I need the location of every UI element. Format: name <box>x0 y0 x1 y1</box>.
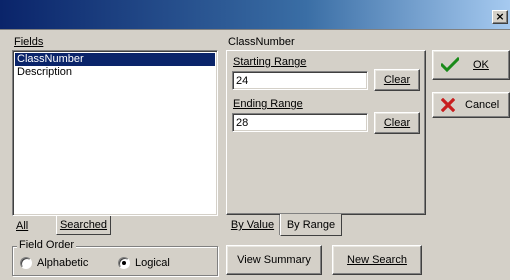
starting-range-label-text: Starting Range <box>233 56 307 68</box>
cancel-label: Cancel <box>465 99 500 111</box>
radio-logical[interactable]: Logical <box>118 257 170 269</box>
view-summary-button[interactable]: View Summary <box>226 245 322 275</box>
ok-label: OK <box>473 59 489 71</box>
ending-range-input[interactable]: 28 <box>232 113 368 132</box>
tab-by-range-label: By Range <box>286 218 336 231</box>
clear-starting-label: Clear <box>383 74 411 86</box>
list-item[interactable]: Description <box>15 66 215 79</box>
close-button[interactable]: × <box>492 10 508 24</box>
list-item[interactable]: ClassNumber <box>15 53 215 66</box>
tab-by-value[interactable]: By Value <box>226 215 280 235</box>
new-search-label: New Search <box>347 254 407 266</box>
range-field-name: ClassNumber <box>228 36 295 48</box>
fields-label: Fields <box>14 36 43 48</box>
clear-ending-label: Clear <box>383 117 411 129</box>
clear-ending-button[interactable]: Clear <box>374 112 420 134</box>
view-summary-label: View Summary <box>237 254 311 266</box>
clear-starting-button[interactable]: Clear <box>374 69 420 91</box>
range-panel: Starting Range 24 Clear Ending Range 28 … <box>226 50 426 215</box>
fields-label-text: Fields <box>14 36 44 48</box>
fields-listbox[interactable]: ClassNumber Description <box>12 50 218 216</box>
cancel-button[interactable]: Cancel <box>432 92 510 118</box>
tab-by-range[interactable]: By Range <box>280 214 342 236</box>
radio-logical-label: Logical <box>135 257 170 269</box>
tab-searched[interactable]: Searched <box>56 216 111 235</box>
checkmark-icon <box>441 57 459 73</box>
ok-button[interactable]: OK <box>432 50 510 80</box>
tab-searched-label: Searched <box>59 219 108 231</box>
radio-alphabetic-circle[interactable] <box>20 257 32 269</box>
tab-by-value-label: By Value <box>230 219 275 231</box>
new-search-button[interactable]: New Search <box>332 245 422 275</box>
starting-range-label: Starting Range <box>233 56 306 68</box>
ending-range-label: Ending Range <box>233 98 303 110</box>
title-bar: × <box>0 0 510 30</box>
field-order-legend: Field Order <box>17 239 77 251</box>
starting-range-input[interactable]: 24 <box>232 71 368 90</box>
ending-range-label-text: Ending Range <box>233 98 303 110</box>
radio-alphabetic-label: Alphabetic <box>37 257 89 269</box>
tab-all[interactable]: All <box>12 216 56 235</box>
radio-logical-circle[interactable] <box>118 257 130 269</box>
tab-all-label: All <box>16 219 29 232</box>
close-icon: × <box>495 10 505 23</box>
x-icon <box>441 98 455 112</box>
radio-alphabetic[interactable]: Alphabetic <box>20 257 88 269</box>
